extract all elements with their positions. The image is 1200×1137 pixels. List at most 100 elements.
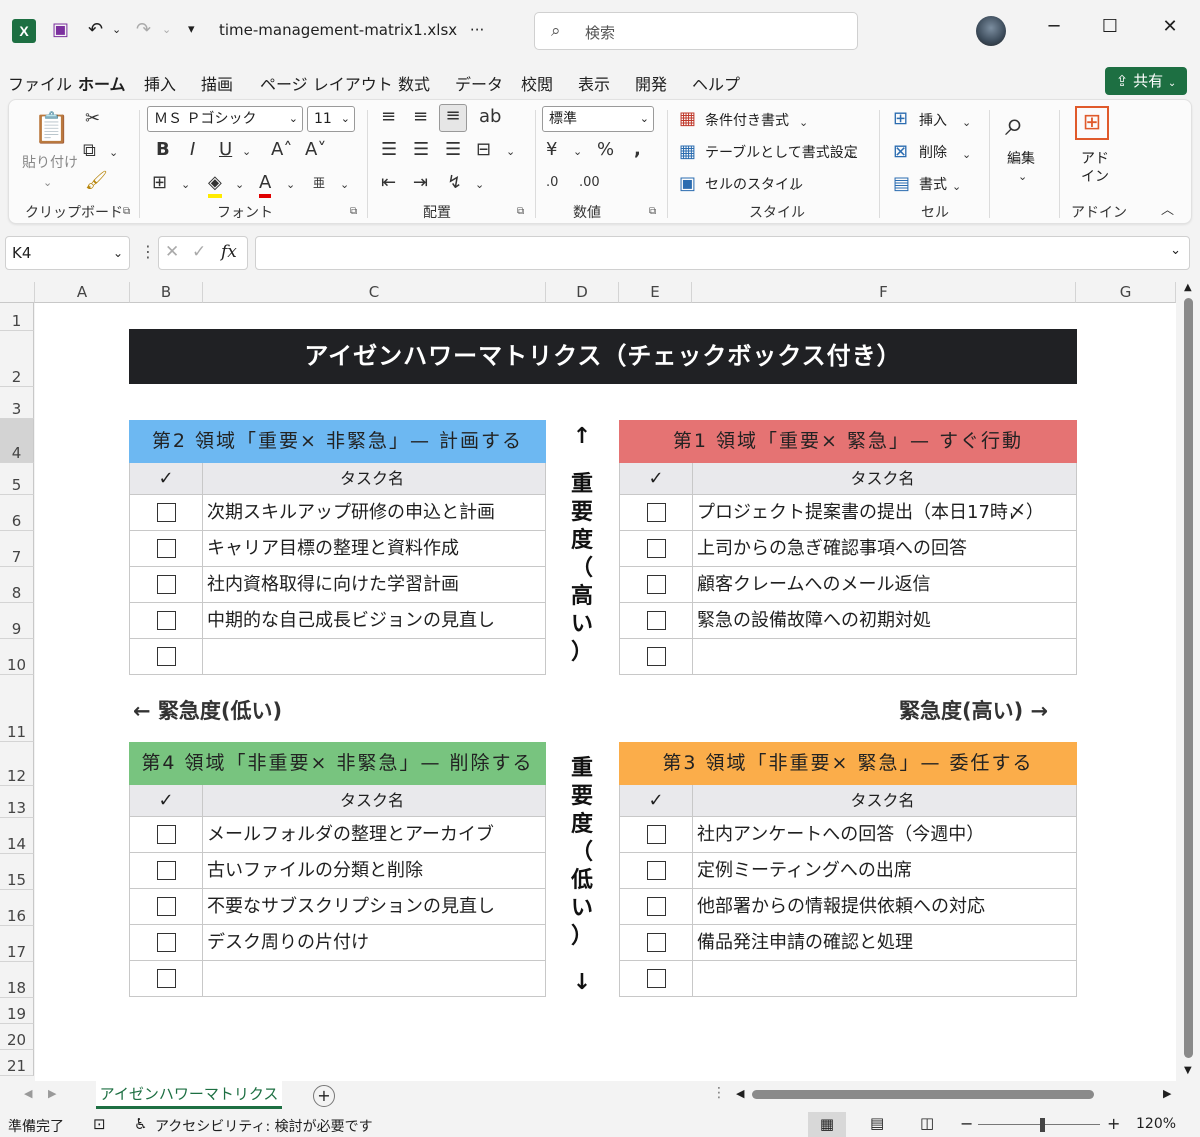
scroll-down-icon[interactable]: ▼ — [1184, 1065, 1192, 1076]
task-name[interactable]: 社内資格取得に向けた学習計画 — [207, 567, 541, 602]
tab-draw[interactable]: 描画 — [201, 71, 233, 95]
task-checkbox[interactable] — [156, 611, 176, 630]
zoom-level[interactable]: 120% — [1136, 1116, 1176, 1132]
row-header-3[interactable]: 3 — [0, 387, 34, 419]
zoom-in-icon[interactable]: + — [1107, 1114, 1120, 1133]
task-checkbox[interactable] — [646, 933, 666, 952]
conditional-dropdown-icon[interactable]: ⌄ — [799, 112, 808, 134]
expand-formula-icon[interactable]: ⌄ — [1170, 243, 1181, 258]
task-checkbox[interactable] — [646, 503, 666, 522]
merge-center-icon[interactable]: ⊟ — [476, 139, 491, 161]
delete-cells-button[interactable]: 削除 — [919, 142, 947, 162]
addin-button[interactable]: アド イン — [1081, 150, 1109, 186]
insert-dropdown-icon[interactable]: ⌄ — [962, 112, 971, 134]
copy-icon[interactable]: ⧉ — [83, 140, 96, 162]
task-checkbox[interactable] — [156, 933, 176, 952]
row-header-10[interactable]: 10 — [0, 639, 34, 675]
alignment-launcher-icon[interactable]: ⧉ — [517, 206, 524, 217]
font-name-select[interactable]: ＭＳ Ｐゴシック ⌄ — [147, 106, 303, 132]
prev-sheet-icon[interactable]: ◀ — [24, 1087, 32, 1100]
copy-dropdown-icon[interactable]: ⌄ — [109, 142, 118, 164]
customize-qat-icon[interactable]: ▾ — [188, 18, 195, 42]
number-launcher-icon[interactable]: ⧉ — [649, 206, 656, 217]
task-name[interactable] — [697, 639, 1072, 674]
borders-icon[interactable]: ⊞ — [152, 172, 167, 194]
task-checkbox[interactable] — [646, 969, 666, 988]
editing-button[interactable]: 編集 — [1007, 148, 1035, 168]
tab-page-layout[interactable]: ページ レイアウト — [260, 71, 393, 95]
align-middle-icon[interactable]: ≡ — [413, 106, 428, 128]
orientation-icon[interactable]: ab — [479, 106, 501, 128]
collapse-ribbon-icon[interactable]: ︿ — [1161, 200, 1174, 222]
tab-split-icon[interactable]: ⋮ — [712, 1085, 726, 1101]
increase-decimal-icon[interactable]: .0 — [546, 172, 558, 194]
delete-cells-icon[interactable]: ⊠ — [893, 141, 908, 163]
zoom-slider[interactable] — [978, 1124, 1100, 1125]
share-button[interactable]: ⇪ 共有 ⌄ — [1105, 67, 1187, 95]
bold-icon[interactable]: B — [156, 139, 170, 161]
task-name[interactable] — [697, 961, 1072, 996]
row-header-19[interactable]: 19 — [0, 998, 34, 1024]
delete-dropdown-icon[interactable]: ⌄ — [962, 144, 971, 166]
task-checkbox[interactable] — [646, 539, 666, 558]
cut-icon[interactable]: ✂ — [85, 108, 100, 130]
column-header-d[interactable]: D — [546, 282, 619, 303]
table-dropdown-icon[interactable]: ⌄ — [849, 144, 858, 166]
tab-home[interactable]: ホーム — [78, 71, 126, 102]
task-checkbox[interactable] — [646, 611, 666, 630]
row-header-14[interactable]: 14 — [0, 818, 34, 854]
format-painter-icon[interactable]: 🖌 — [85, 170, 108, 192]
tab-insert[interactable]: 挿入 — [144, 71, 176, 95]
align-center-icon[interactable]: ☰ — [413, 139, 429, 161]
paste-button-label[interactable]: 貼り付け — [22, 152, 78, 172]
redo-icon[interactable]: ↷ — [136, 18, 151, 42]
redo-dropdown-icon[interactable]: ⌄ — [162, 18, 171, 42]
fill-color-icon[interactable]: ◈ — [208, 172, 222, 198]
sheet-tab[interactable]: アイゼンハワーマトリクス — [96, 1081, 282, 1109]
row-header-15[interactable]: 15 — [0, 854, 34, 890]
row-header-6[interactable]: 6 — [0, 495, 34, 531]
row-header-16[interactable]: 16 — [0, 890, 34, 926]
task-checkbox[interactable] — [646, 897, 666, 916]
phonetic-dropdown-icon[interactable]: ⌄ — [340, 174, 349, 196]
task-name[interactable]: 備品発注申請の確認と処理 — [697, 925, 1072, 960]
tab-view[interactable]: 表示 — [578, 71, 610, 95]
wrap-text-icon[interactable]: ↯ — [447, 172, 462, 194]
tab-formulas[interactable]: 数式 — [398, 71, 430, 95]
task-checkbox[interactable] — [156, 503, 176, 522]
row-header-13[interactable]: 13 — [0, 786, 34, 818]
insert-function-icon[interactable]: fx — [221, 242, 237, 262]
save-icon[interactable]: ▣ — [52, 18, 69, 42]
formula-input[interactable]: ⌄ — [255, 236, 1190, 270]
format-as-table-icon[interactable]: ▦ — [679, 141, 696, 163]
row-header-9[interactable]: 9 — [0, 603, 34, 639]
column-header-a[interactable]: A — [35, 282, 130, 303]
accessibility-icon[interactable]: ♿ — [134, 1115, 147, 1133]
scroll-up-icon[interactable]: ▲ — [1184, 282, 1192, 293]
insert-cells-button[interactable]: 挿入 — [919, 110, 947, 130]
decrease-font-icon[interactable]: A˅ — [305, 139, 326, 161]
page-layout-view-icon[interactable]: ▤ — [870, 1114, 884, 1132]
maximize-icon[interactable]: ☐ — [1095, 16, 1125, 37]
scroll-left-icon[interactable]: ◀ — [736, 1087, 744, 1100]
task-checkbox[interactable] — [156, 861, 176, 880]
task-name[interactable]: 顧客クレームへのメール返信 — [697, 567, 1072, 602]
increase-font-icon[interactable]: A˄ — [271, 139, 292, 161]
align-right-icon[interactable]: ☰ — [445, 139, 461, 161]
row-header-1[interactable]: 1 — [0, 303, 34, 331]
undo-dropdown-icon[interactable]: ⌄ — [112, 18, 121, 42]
name-box[interactable]: K4 ⌄ — [5, 236, 130, 270]
tab-file[interactable]: ファイル — [8, 71, 72, 95]
next-sheet-icon[interactable]: ▶ — [48, 1087, 56, 1100]
underline-dropdown-icon[interactable]: ⌄ — [242, 141, 251, 163]
task-checkbox[interactable] — [156, 539, 176, 558]
align-top-icon[interactable]: ≡ — [381, 106, 396, 128]
zoom-out-icon[interactable]: − — [960, 1114, 973, 1133]
row-header-20[interactable]: 20 — [0, 1024, 34, 1050]
percent-icon[interactable]: % — [597, 139, 614, 161]
borders-dropdown-icon[interactable]: ⌄ — [181, 174, 190, 196]
align-left-icon[interactable]: ☰ — [381, 139, 397, 161]
minimize-icon[interactable]: ─ — [1039, 16, 1069, 37]
column-header-e[interactable]: E — [619, 282, 692, 303]
horizontal-scroll-thumb[interactable] — [752, 1090, 1094, 1099]
